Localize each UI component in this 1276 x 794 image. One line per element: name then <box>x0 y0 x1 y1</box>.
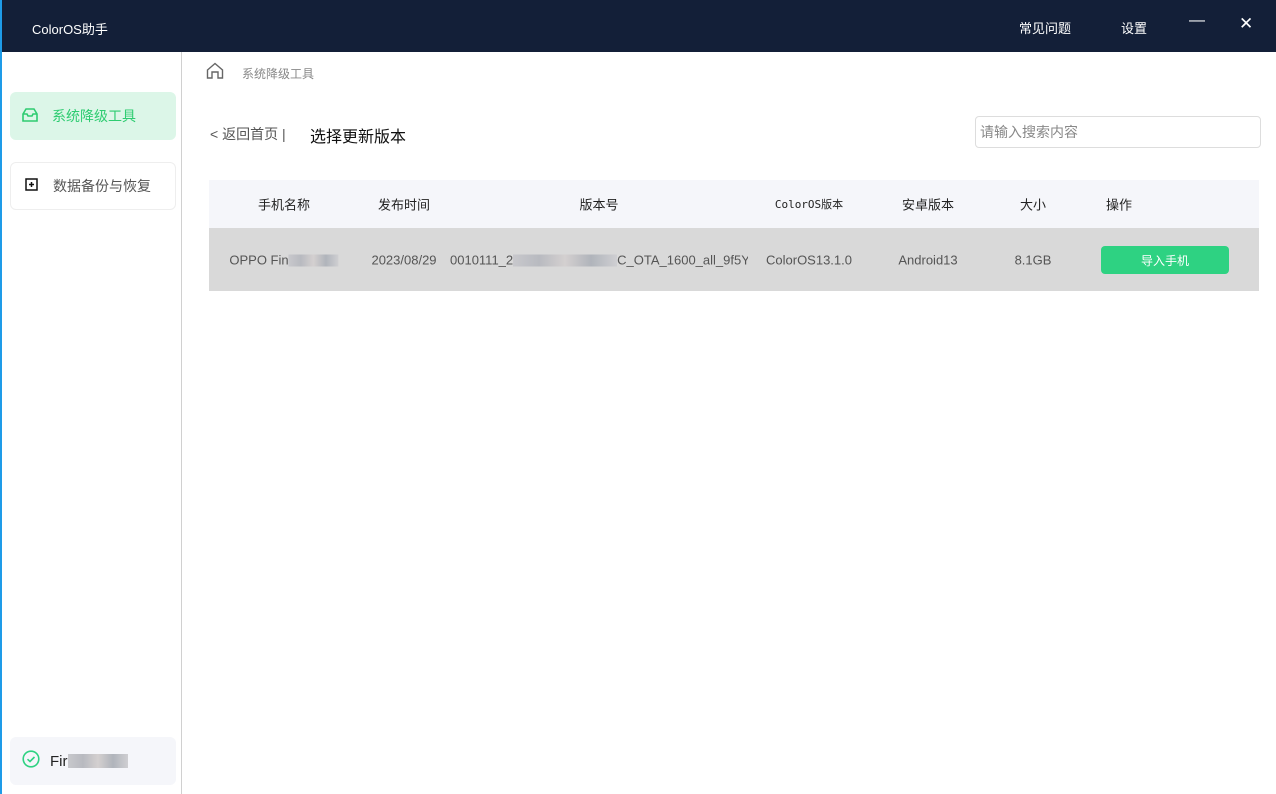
column-header: 大小 <box>1020 195 1046 214</box>
page-title: 选择更新版本 <box>310 123 406 147</box>
sidebar-item-label: 数据备份与恢复 <box>53 176 151 196</box>
home-icon[interactable] <box>206 62 224 84</box>
file-size: 8.1GB <box>1015 252 1052 267</box>
redacted-text <box>68 754 128 768</box>
version-table: 手机名称 发布时间 版本号 ColorOS版本 安卓版本 大小 操作 OPPO … <box>209 180 1259 291</box>
sidebar: 系统降级工具 数据备份与恢复 Fir <box>2 52 182 794</box>
release-date: 2023/08/29 <box>371 252 436 267</box>
column-header: 发布时间 <box>378 195 430 214</box>
settings-link[interactable]: 设置 <box>1121 18 1147 37</box>
import-to-phone-button[interactable]: 导入手机 <box>1101 246 1229 274</box>
close-icon[interactable]: ✕ <box>1239 14 1253 34</box>
breadcrumb-current: 系统降级工具 <box>242 65 314 82</box>
plus-square-icon <box>23 178 39 194</box>
inbox-icon <box>22 108 38 125</box>
search-input[interactable] <box>975 116 1261 148</box>
minimize-icon[interactable]: — <box>1189 12 1205 30</box>
sidebar-item-label: 系统降级工具 <box>52 106 136 126</box>
android-version: Android13 <box>898 252 957 267</box>
faq-link[interactable]: 常见问题 <box>1019 18 1071 37</box>
column-header: 版本号 <box>579 195 618 214</box>
column-header: 安卓版本 <box>902 195 954 214</box>
sidebar-item-backup[interactable]: 数据备份与恢复 <box>10 162 176 210</box>
coloros-version: ColorOS13.1.0 <box>766 252 852 267</box>
column-header: 操作 <box>1106 195 1132 214</box>
device-name: Fir <box>50 753 68 770</box>
phone-name: OPPO Fin <box>229 252 338 267</box>
connected-device[interactable]: Fir <box>10 737 176 785</box>
title-bar: ColorOS助手 常见问题 设置 — ✕ <box>2 0 1276 52</box>
sidebar-item-downgrade[interactable]: 系统降级工具 <box>10 92 176 140</box>
column-header: ColorOS版本 <box>775 196 843 212</box>
table-header: 手机名称 发布时间 版本号 ColorOS版本 安卓版本 大小 操作 <box>209 180 1259 228</box>
version-number: 0010111_2C_OTA_1600_all_9f5YCN <box>450 252 748 267</box>
back-home-link[interactable]: < 返回首页 | <box>210 124 286 144</box>
column-header: 手机名称 <box>258 195 310 214</box>
check-circle-icon <box>22 750 40 772</box>
table-row[interactable]: OPPO Fin 2023/08/29 0010111_2C_OTA_1600_… <box>209 228 1259 291</box>
breadcrumb: 系统降级工具 <box>206 62 314 84</box>
app-title: ColorOS助手 <box>32 19 108 38</box>
